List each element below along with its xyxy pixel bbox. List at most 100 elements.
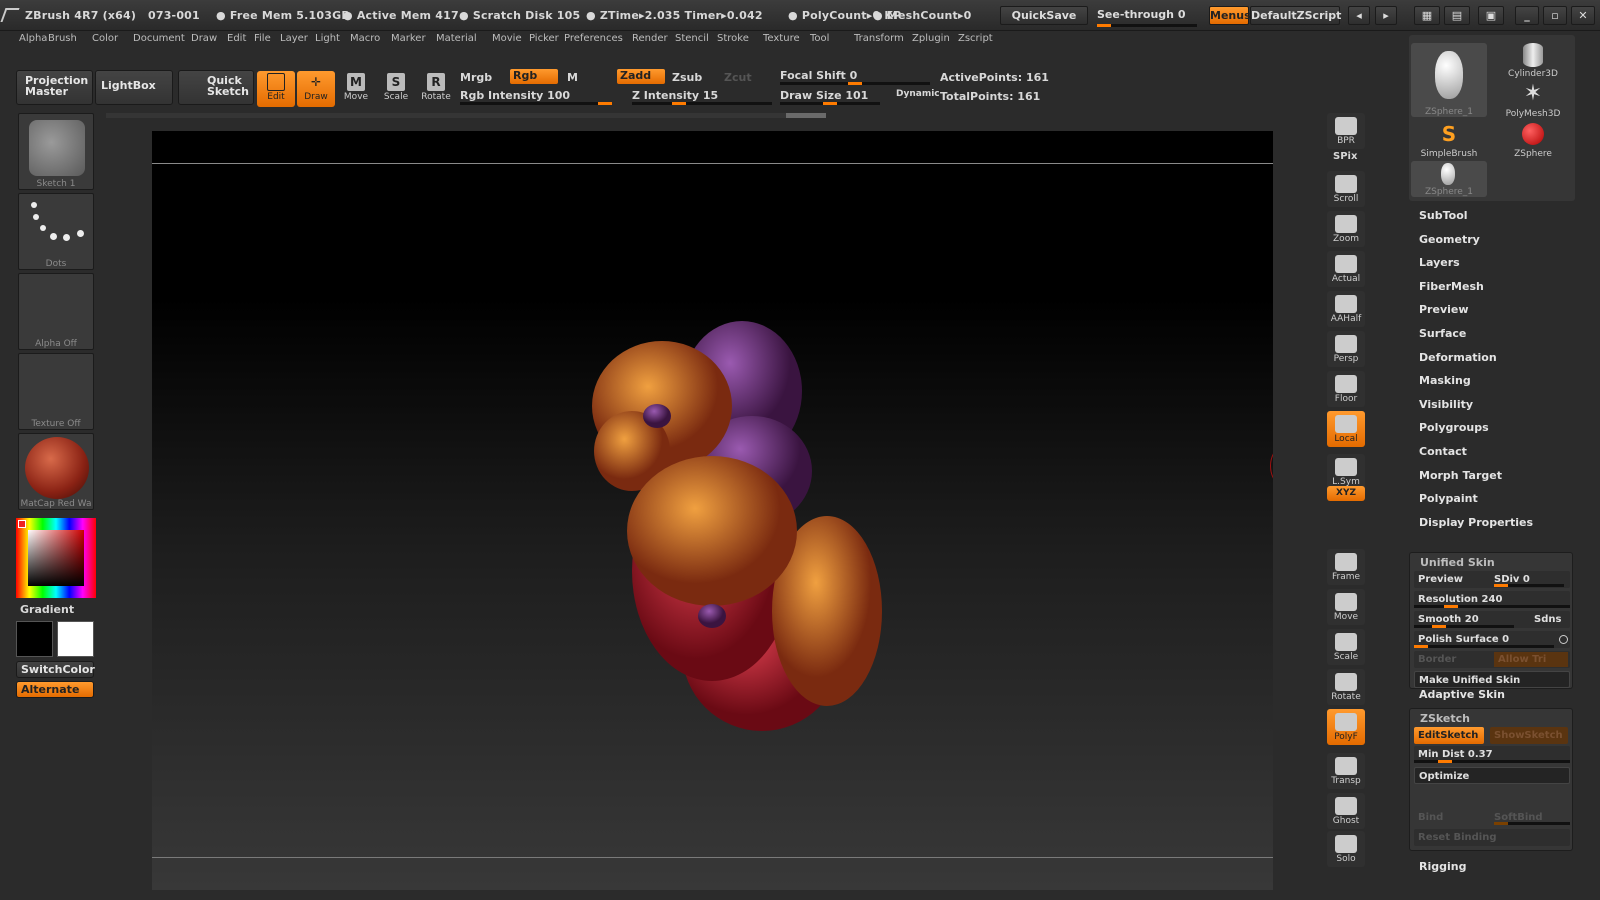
- tool-simplebrush[interactable]: S SimpleBrush: [1411, 123, 1487, 159]
- palette-fibermesh[interactable]: FiberMesh: [1419, 280, 1484, 293]
- default-zscript-button[interactable]: DefaultZScript: [1250, 6, 1341, 25]
- unified-skin-header[interactable]: Unified Skin: [1420, 556, 1495, 569]
- palette-polypaint[interactable]: Polypaint: [1419, 492, 1478, 505]
- rigging-menu[interactable]: Rigging: [1419, 860, 1466, 873]
- menu-preferences[interactable]: Preferences: [564, 33, 623, 44]
- transp-button[interactable]: Transp: [1327, 753, 1365, 789]
- minimize-icon[interactable]: _: [1515, 6, 1539, 25]
- tool-zsphere1-b[interactable]: ZSphere_1: [1411, 161, 1487, 197]
- ghost-button[interactable]: Ghost: [1327, 793, 1365, 829]
- persp-button[interactable]: Persp: [1327, 331, 1365, 367]
- palette-masking[interactable]: Masking: [1419, 374, 1471, 387]
- zoom-button[interactable]: Zoom: [1327, 211, 1365, 247]
- sdns-slider[interactable]: Sdns: [1534, 611, 1561, 628]
- menu-alpha[interactable]: Alpha: [19, 33, 47, 44]
- polish-toggle-icon[interactable]: [1559, 635, 1568, 644]
- zadd-button[interactable]: Zadd: [617, 69, 665, 84]
- main-color-swatch[interactable]: [16, 621, 53, 657]
- frame-button[interactable]: Frame: [1327, 549, 1365, 585]
- brush-thumbnail[interactable]: Sketch 1: [18, 113, 94, 190]
- tool-polymesh3d[interactable]: ✶ PolyMesh3D: [1495, 83, 1571, 120]
- menu-zscript[interactable]: Zscript: [958, 33, 993, 44]
- menu-brush[interactable]: Brush: [48, 33, 77, 44]
- palette-polygroups[interactable]: Polygroups: [1419, 421, 1489, 434]
- color-picker[interactable]: [16, 518, 96, 598]
- aahalf-button[interactable]: AAHalf: [1327, 291, 1365, 327]
- show-sketch-button[interactable]: ShowSketch: [1490, 727, 1568, 744]
- secondary-color-swatch[interactable]: [57, 621, 94, 657]
- spix-slider[interactable]: SPix: [1333, 151, 1357, 162]
- projection-master-button[interactable]: Projection Master: [16, 70, 93, 105]
- make-unified-skin-button[interactable]: Make Unified Skin: [1414, 671, 1570, 688]
- rgb-intensity-slider[interactable]: [460, 102, 612, 105]
- palette-visibility[interactable]: Visibility: [1419, 398, 1473, 411]
- optimize-button[interactable]: Optimize: [1414, 767, 1570, 784]
- menu-marker[interactable]: Marker: [391, 33, 426, 44]
- reset-binding-button[interactable]: Reset Binding: [1414, 829, 1570, 846]
- alpha-thumbnail[interactable]: Alpha Off: [18, 273, 94, 350]
- edit-sketch-button[interactable]: EditSketch: [1414, 727, 1484, 744]
- toolbar-scrollbar[interactable]: [106, 113, 826, 118]
- material-thumbnail[interactable]: MatCap Red Wa: [18, 433, 94, 510]
- lock-icon[interactable]: ▣: [1478, 6, 1504, 25]
- palette-subtool[interactable]: SubTool: [1419, 209, 1468, 222]
- switch-color-button[interactable]: SwitchColor: [16, 661, 95, 678]
- draw-button[interactable]: ✛ Draw: [297, 71, 335, 107]
- quicksave-button[interactable]: QuickSave: [1000, 6, 1088, 25]
- document-canvas[interactable]: [152, 131, 1273, 890]
- focal-shift-slider[interactable]: [780, 82, 930, 85]
- polish-surface-slider[interactable]: Polish Surface 0: [1414, 631, 1570, 648]
- tool-cylinder3d[interactable]: Cylinder3D: [1495, 43, 1571, 79]
- palette-display-properties[interactable]: Display Properties: [1419, 516, 1533, 529]
- menu-macro[interactable]: Macro: [350, 33, 380, 44]
- lsym-button[interactable]: L.Sym: [1327, 454, 1365, 490]
- maximize-icon[interactable]: ▫: [1543, 6, 1567, 25]
- palette-layers[interactable]: Layers: [1419, 256, 1460, 269]
- edit-button[interactable]: Edit: [257, 71, 295, 107]
- border-button[interactable]: Border Allow Tri: [1414, 651, 1570, 668]
- palette-morph-target[interactable]: Morph Target: [1419, 469, 1502, 482]
- local-button[interactable]: Local: [1327, 411, 1365, 447]
- dynamic-button[interactable]: Dynamic: [896, 89, 940, 99]
- menu-movie[interactable]: Movie: [492, 33, 522, 44]
- close-icon[interactable]: ✕: [1571, 6, 1595, 25]
- menu-transform[interactable]: Transform: [854, 33, 904, 44]
- zsub-button[interactable]: Zsub: [672, 71, 702, 84]
- polyf-button[interactable]: PolyF: [1327, 709, 1365, 745]
- bpr-button[interactable]: BPR: [1327, 113, 1365, 149]
- palette-geometry[interactable]: Geometry: [1419, 233, 1480, 246]
- m-button[interactable]: M: [567, 71, 578, 84]
- z-intensity-slider[interactable]: [632, 102, 772, 105]
- see-through-slider[interactable]: See-through 0: [1097, 8, 1205, 27]
- alternate-button[interactable]: Alternate: [16, 681, 94, 698]
- smooth-slider[interactable]: Smooth 20 Sdns: [1414, 611, 1570, 628]
- tool-zsphere[interactable]: ZSphere: [1495, 123, 1571, 159]
- tray-right-icon[interactable]: ▸: [1375, 6, 1397, 25]
- tray-left-icon[interactable]: ◂: [1348, 6, 1370, 25]
- zcut-button[interactable]: Zcut: [724, 71, 752, 84]
- menu-texture[interactable]: Texture: [763, 33, 800, 44]
- move-button[interactable]: Move: [1327, 589, 1365, 625]
- draw-size-slider[interactable]: [780, 102, 880, 105]
- menu-document[interactable]: Document: [133, 33, 185, 44]
- menu-color[interactable]: Color: [92, 33, 118, 44]
- bind-button[interactable]: Bind SoftBind: [1414, 809, 1570, 826]
- palette-contact[interactable]: Contact: [1419, 445, 1467, 458]
- menu-picker[interactable]: Picker: [529, 33, 559, 44]
- mrgb-button[interactable]: Mrgb: [460, 71, 492, 84]
- palette-deformation[interactable]: Deformation: [1419, 351, 1497, 364]
- allow-tri-button[interactable]: Allow Tri: [1494, 652, 1568, 667]
- actual-button[interactable]: Actual: [1327, 251, 1365, 287]
- menu-light[interactable]: Light: [315, 33, 340, 44]
- menu-stencil[interactable]: Stencil: [675, 33, 709, 44]
- layout2-icon[interactable]: ▤: [1444, 6, 1470, 25]
- floor-button[interactable]: Floor: [1327, 371, 1365, 407]
- scroll-button[interactable]: Scroll: [1327, 171, 1365, 207]
- menu-stroke[interactable]: Stroke: [717, 33, 749, 44]
- menu-draw[interactable]: Draw: [191, 33, 217, 44]
- menu-layer[interactable]: Layer: [280, 33, 308, 44]
- resolution-slider[interactable]: Resolution 240: [1414, 591, 1570, 608]
- menu-edit[interactable]: Edit: [227, 33, 246, 44]
- min-dist-slider[interactable]: Min Dist 0.37: [1414, 746, 1570, 763]
- rotate-button[interactable]: Rotate: [1327, 669, 1365, 705]
